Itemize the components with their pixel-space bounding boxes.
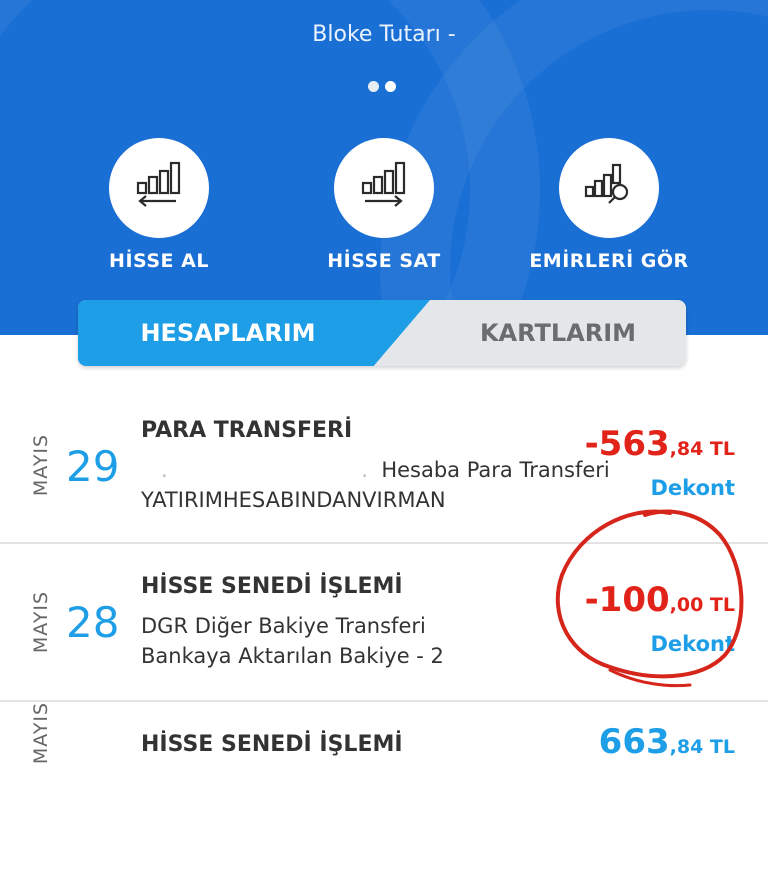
transaction-month: MAYIS xyxy=(30,590,52,654)
transaction-day: 29 xyxy=(66,442,120,491)
transaction-subdescription: YATIRIMHESABINDANVIRMAN xyxy=(141,488,446,512)
transaction-amount: -563,84 TL xyxy=(584,424,735,464)
bloke-amount-label: Bloke Tutarı - xyxy=(312,22,456,47)
transaction-description: DGR Diğer Bakiye Transferi xyxy=(141,614,426,638)
stock-buy-icon xyxy=(109,138,209,238)
page-dot[interactable] xyxy=(368,81,379,92)
receipt-link[interactable]: Dekont xyxy=(651,476,736,500)
transaction-month: MAYIS xyxy=(30,433,52,497)
view-orders-icon xyxy=(559,138,659,238)
transaction-description: . . Hesaba Para Transferi xyxy=(141,458,610,482)
transaction-amount: 663,84 TL xyxy=(598,722,735,762)
header-banner: Bloke Tutarı - HİSSE AL HİSSE SAT EMİRLE… xyxy=(0,0,768,335)
tab-cards[interactable]: KARTLARIM xyxy=(430,300,686,366)
transaction-subdescription: Bankaya Aktarılan Bakiye - 2 xyxy=(141,644,444,668)
transaction-month: MAYIS xyxy=(30,701,52,765)
page-indicator xyxy=(368,77,402,96)
transaction-title: HİSSE SENEDİ İŞLEMİ xyxy=(141,574,403,599)
tab-accounts[interactable]: HESAPLARIM xyxy=(78,300,378,366)
transaction-title: PARA TRANSFERİ xyxy=(141,418,353,443)
buy-stock-button[interactable]: HİSSE AL xyxy=(59,138,259,272)
transaction-row[interactable]: MAYIS HİSSE SENEDİ İŞLEMİ 663,84 TL xyxy=(0,702,768,858)
transaction-day: 28 xyxy=(66,598,120,647)
view-orders-label: EMİRLERİ GÖR xyxy=(529,250,689,272)
annotation-circle xyxy=(555,509,744,688)
sell-stock-button[interactable]: HİSSE SAT xyxy=(284,138,484,272)
transaction-title: HİSSE SENEDİ İŞLEMİ xyxy=(141,732,403,757)
page-dot-active[interactable] xyxy=(385,81,396,92)
view-orders-button[interactable]: EMİRLERİ GÖR xyxy=(509,138,709,272)
stock-sell-icon xyxy=(334,138,434,238)
buy-stock-label: HİSSE AL xyxy=(109,250,209,272)
account-card-tabs: HESAPLARIM KARTLARIM xyxy=(78,300,686,366)
sell-stock-label: HİSSE SAT xyxy=(327,250,441,272)
